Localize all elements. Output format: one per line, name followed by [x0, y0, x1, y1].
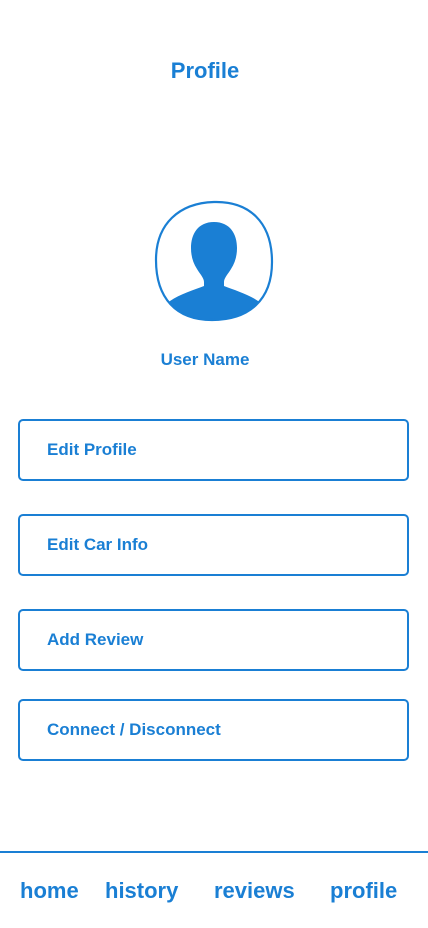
tab-profile[interactable]: profile [330, 878, 397, 904]
connect-disconnect-button[interactable]: Connect / Disconnect [18, 699, 409, 761]
bottom-tab-bar: home history reviews profile [0, 851, 428, 928]
page-title: Profile [170, 58, 240, 83]
edit-profile-label: Edit Profile [47, 440, 137, 459]
connect-disconnect-label: Connect / Disconnect [47, 720, 221, 739]
user-name: User Name [160, 350, 250, 369]
tab-history[interactable]: history [105, 878, 178, 904]
add-review-label: Add Review [47, 630, 144, 649]
edit-car-info-label: Edit Car Info [47, 535, 149, 554]
user-silhouette-icon [154, 200, 274, 322]
edit-car-info-button[interactable]: Edit Car Info [18, 514, 409, 576]
tab-home[interactable]: home [20, 878, 79, 904]
add-review-button[interactable]: Add Review [18, 609, 409, 671]
tab-reviews[interactable]: reviews [214, 878, 295, 904]
avatar[interactable] [154, 200, 274, 322]
edit-profile-button[interactable]: Edit Profile [18, 419, 409, 481]
